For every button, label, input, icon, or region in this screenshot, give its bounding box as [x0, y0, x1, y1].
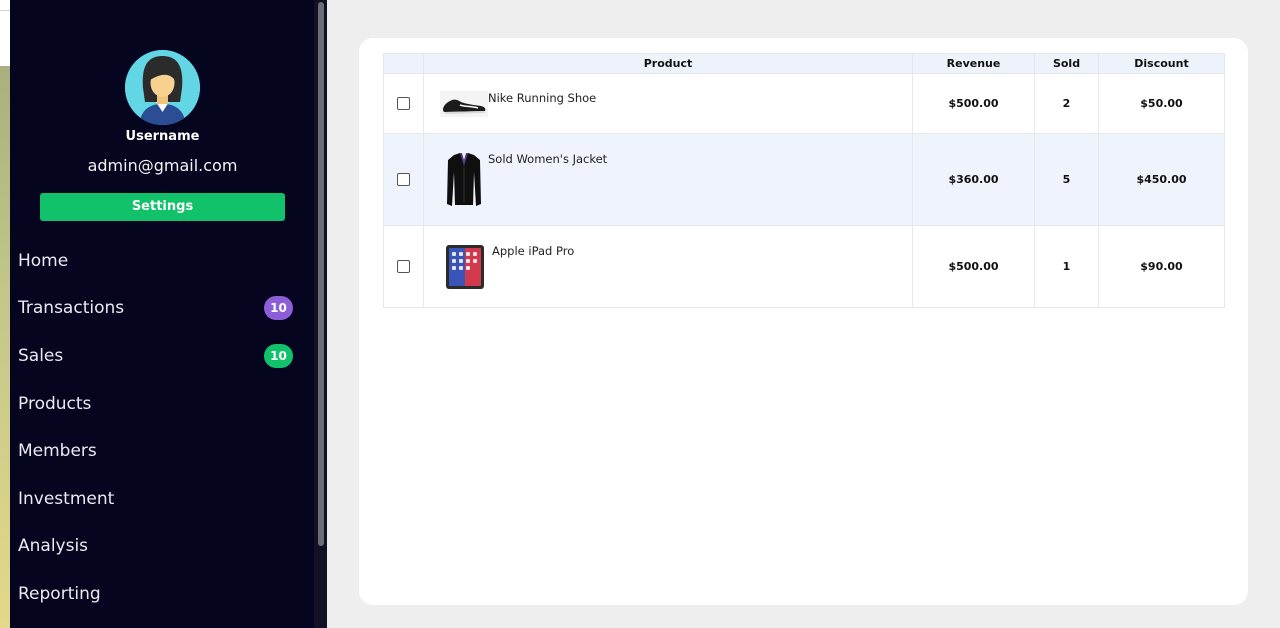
row-checkbox[interactable] — [397, 97, 410, 111]
table-row[interactable]: Nike Running Shoe $500.00 2 $50.00 — [383, 73, 1225, 134]
row-select-cell — [383, 225, 424, 308]
product-cell: Nike Running Shoe — [423, 73, 913, 134]
user-email: admin@gmail.com — [87, 156, 238, 175]
table-header-row: Product Revenue Sold Discount — [383, 53, 1225, 74]
product-column-header[interactable]: Product — [423, 53, 913, 74]
sidebar-item-label: Home — [18, 250, 69, 271]
revenue-cell: $500.00 — [912, 73, 1035, 134]
sidebar-item-investment[interactable]: Investment — [10, 475, 315, 523]
sidebar-item-label: Members — [18, 441, 97, 462]
sidebar-item-label: Transactions — [18, 298, 125, 319]
row-select-cell — [383, 73, 424, 134]
settings-button[interactable]: Settings — [40, 193, 285, 221]
sold-column-header[interactable]: Sold — [1034, 53, 1099, 74]
sidebar-item-products[interactable]: Products — [10, 380, 315, 428]
discount-cell: $50.00 — [1098, 73, 1225, 134]
revenue-cell: $500.00 — [912, 225, 1035, 308]
sidebar-item-transactions[interactable]: Transactions 10 — [10, 285, 315, 333]
sidebar-item-label: Analysis — [18, 536, 89, 557]
sidebar-item-label: Investment — [18, 488, 115, 509]
sidebar-item-members[interactable]: Members — [10, 427, 315, 475]
sales-count-badge: 10 — [264, 343, 293, 368]
sidebar-item-label: Reporting — [18, 583, 101, 604]
select-column-header — [383, 53, 424, 74]
row-select-cell — [383, 133, 424, 226]
sidebar-item-analysis[interactable]: Analysis — [10, 523, 315, 571]
sidebar-scrollbar-thumb[interactable] — [318, 2, 324, 546]
sidebar-item-reporting[interactable]: Reporting — [10, 570, 315, 618]
discount-cell: $90.00 — [1098, 225, 1225, 308]
row-checkbox[interactable] — [397, 173, 410, 187]
shoe-image — [440, 91, 488, 117]
revenue-cell: $360.00 — [912, 133, 1035, 226]
main-card: Product Revenue Sold Discount Nike Runni… — [359, 38, 1248, 605]
discount-column-header[interactable]: Discount — [1098, 53, 1225, 74]
table-row[interactable]: Sold Women's Jacket $360.00 5 $450.00 — [383, 133, 1225, 226]
avatar[interactable] — [125, 50, 200, 125]
product-name: Sold Women's Jacket — [488, 152, 608, 166]
user-avatar-icon — [125, 50, 200, 125]
sold-cell: 1 — [1034, 225, 1099, 308]
sidebar-nav: Home Transactions 10 Sales 10 Products M… — [10, 237, 315, 618]
product-name: Apple iPad Pro — [492, 244, 575, 258]
sidebar: Username admin@gmail.com Settings Home T… — [10, 0, 327, 628]
row-checkbox[interactable] — [397, 260, 410, 274]
transactions-count-badge: 10 — [264, 296, 293, 321]
ipad-image — [446, 245, 484, 289]
products-table: Product Revenue Sold Discount Nike Runni… — [383, 53, 1225, 308]
sold-cell: 5 — [1034, 133, 1099, 226]
sold-cell: 2 — [1034, 73, 1099, 134]
sidebar-item-sales[interactable]: Sales 10 — [10, 332, 315, 380]
product-name: Nike Running Shoe — [488, 91, 597, 105]
product-cell: Apple iPad Pro — [423, 225, 913, 308]
product-cell: Sold Women's Jacket — [423, 133, 913, 226]
revenue-column-header[interactable]: Revenue — [912, 53, 1035, 74]
sidebar-item-label: Sales — [18, 345, 64, 366]
discount-cell: $450.00 — [1098, 133, 1225, 226]
sidebar-item-label: Products — [18, 393, 92, 414]
jacket-image — [447, 153, 481, 206]
sidebar-item-home[interactable]: Home — [10, 237, 315, 285]
username: Username — [125, 129, 200, 144]
table-row[interactable]: Apple iPad Pro $500.00 1 $90.00 — [383, 225, 1225, 308]
